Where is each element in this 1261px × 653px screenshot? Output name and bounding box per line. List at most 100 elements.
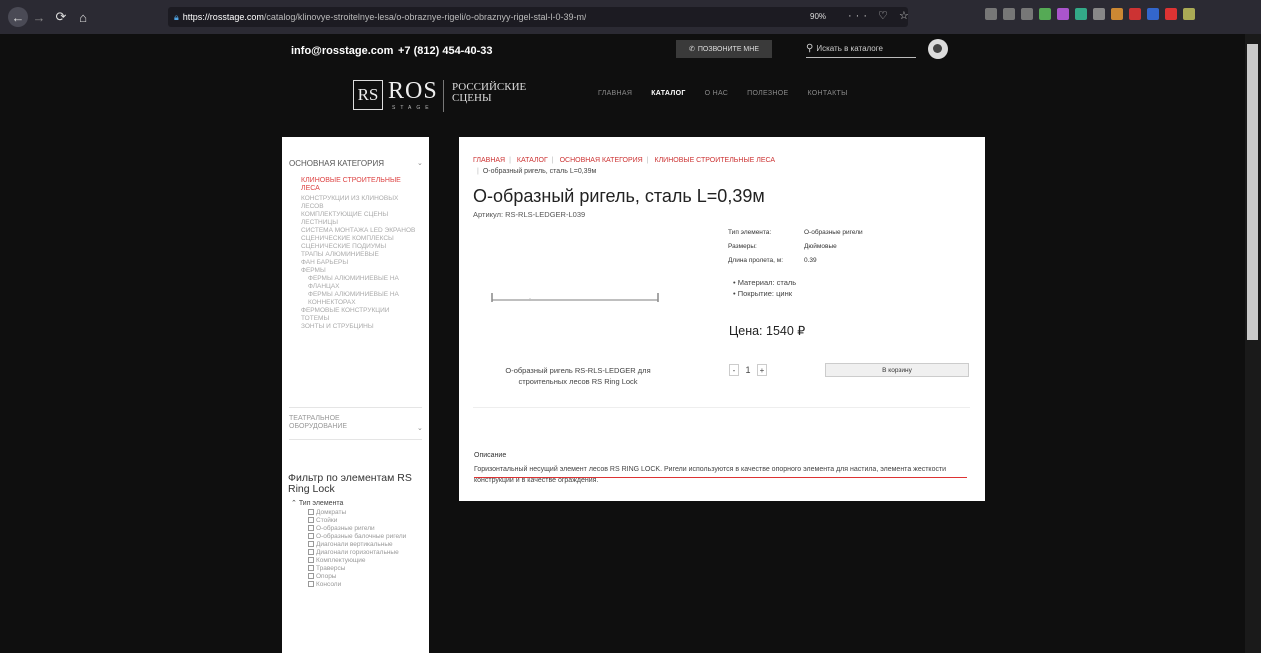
breadcrumb-link[interactable]: КАТАЛОГ xyxy=(517,157,548,164)
bullet-item: • Покрытие: цинк xyxy=(733,289,792,298)
page-title: О-образный ригель, сталь L=0,39м xyxy=(473,186,765,206)
filter-checkbox[interactable]: Домкраты xyxy=(308,509,418,517)
sidebar-item[interactable]: СИСТЕМА МОНТАЖА LED ЭКРАНОВ xyxy=(301,227,421,235)
sidebar-item[interactable]: КОНСТРУКЦИИ ИЗ КЛИНОВЫХ ЛЕСОВ xyxy=(301,195,421,211)
divider xyxy=(289,407,422,408)
download-icon[interactable] xyxy=(985,8,997,20)
browser-toolbar: ← → ⟳ ⌂ 🔒︎ https://rosstage.com/catalog/… xyxy=(0,0,1261,34)
sidebar-section-theatre[interactable]: ТЕАТРАЛЬНОЕ ОБОРУДОВАНИЕ xyxy=(289,415,369,431)
sidebar-subitem[interactable]: ФЕРМЫ АЛЮМИНИЕВЫЕ НА КОННЕКТОРАХ xyxy=(301,291,421,307)
add-to-cart-button[interactable]: В корзину xyxy=(825,363,969,377)
contact-phone[interactable]: +7 (812) 454-40-33 xyxy=(398,45,492,57)
sidebar-item[interactable]: ФАН БАРЬЕРЫ xyxy=(301,259,421,267)
zoom-level[interactable]: 90% xyxy=(810,12,826,21)
extension-icon[interactable] xyxy=(1165,8,1177,20)
decrement-button[interactable]: - xyxy=(729,364,739,376)
nav-contacts[interactable]: КОНТАКТЫ xyxy=(807,90,847,97)
address-bar[interactable]: 🔒︎ https://rosstage.com/catalog/klinovye… xyxy=(168,7,908,27)
filter-title: Фильтр по элементам RS Ring Lock xyxy=(288,472,412,495)
product-image[interactable] xyxy=(490,287,660,307)
extension-icon[interactable] xyxy=(1039,8,1051,20)
nav-useful[interactable]: ПОЛЕЗНОЕ xyxy=(747,90,788,97)
callback-button[interactable]: ✆ ПОЗВОНИТЕ МНЕ xyxy=(676,40,772,58)
logo-mark[interactable]: RS xyxy=(353,80,383,110)
spec-bullets: • Материал: сталь • Покрытие: цинк xyxy=(733,277,796,299)
sidebar-item[interactable]: СЦЕНИЧЕСКИЕ КОМПЛЕКСЫ xyxy=(301,235,421,243)
chevron-down-icon[interactable]: ⌄ xyxy=(417,424,423,432)
filter-checkbox[interactable]: О-образные балочные ригели xyxy=(308,533,418,541)
home-icon[interactable]: ⌂ xyxy=(72,6,94,28)
extension-icon[interactable] xyxy=(1075,8,1087,20)
divider xyxy=(289,439,422,440)
forward-arrow-icon[interactable]: → xyxy=(28,6,50,28)
extension-icon[interactable] xyxy=(1147,8,1159,20)
product-panel: ГЛАВНАЯ | КАТАЛОГ | ОСНОВНАЯ КАТЕГОРИЯ | КЛ… xyxy=(459,137,985,501)
scrollbar[interactable] xyxy=(1245,34,1261,653)
sidebar-item[interactable]: ТОТЕМЫ xyxy=(301,315,421,323)
nav-catalog[interactable]: КАТАЛОГ xyxy=(651,90,685,97)
sidebar-item[interactable]: ЛЕСТНИЦЫ xyxy=(301,219,421,227)
extension-icon[interactable] xyxy=(1093,8,1105,20)
logo-divider xyxy=(443,80,444,112)
filter-checkbox[interactable]: Консоли xyxy=(308,581,418,589)
back-arrow-icon[interactable]: ← xyxy=(8,7,28,27)
filter-checkbox[interactable]: Комплектующие xyxy=(308,557,418,565)
sidebar-item[interactable]: СЦЕНИЧЕСКИЕ ПОДИУМЫ xyxy=(301,243,421,251)
url-text: https://rosstage.com/catalog/klinovye-st… xyxy=(182,12,587,22)
sidebar-item[interactable]: ФЕРМОВЫЕ КОНСТРУКЦИИ xyxy=(301,307,421,315)
extension-icon[interactable] xyxy=(1129,8,1141,20)
extension-icon[interactable] xyxy=(1057,8,1069,20)
reload-icon[interactable]: ⟳ xyxy=(50,6,72,28)
library-icon[interactable] xyxy=(1003,8,1015,20)
collapse-icon: ⌃ xyxy=(291,500,299,507)
sidebar-item[interactable]: КОМПЛЕКТУЮЩИЕ СЦЕНЫ xyxy=(301,211,421,219)
filter-list: Домкраты Стойки О-образные ригели О-обра… xyxy=(308,509,418,589)
breadcrumb-link[interactable]: ГЛАВНАЯ xyxy=(473,157,505,164)
callback-label: ПОЗВОНИТЕ МНЕ xyxy=(697,45,759,53)
description-text: Горизонтальный несущий элемент лесов RS … xyxy=(474,466,947,484)
article-number: Артикул: RS-RLS-LEDGER-L039 xyxy=(473,210,586,219)
filter-checkbox[interactable]: О-образные ригели xyxy=(308,525,418,533)
page-actions[interactable]: ··· ♡ ☆ xyxy=(848,9,913,22)
site-topbar: info@rosstage.com +7 (812) 454-40-33 ✆ П… xyxy=(0,34,1245,64)
extension-icon[interactable] xyxy=(1111,8,1123,20)
quantity-value[interactable]: 1 xyxy=(741,365,755,375)
filter-checkbox[interactable]: Диагонали горизонтальные xyxy=(308,549,418,557)
sidebar-item[interactable]: ТРАПЫ АЛЮМИНИЕВЫЕ xyxy=(301,251,421,259)
sidebar-item[interactable]: ЗОНТЫ И СТРУБЦИНЫ xyxy=(301,323,421,331)
filter-checkbox[interactable]: Стойки xyxy=(308,517,418,525)
nav-about[interactable]: О НАС xyxy=(705,90,729,97)
search-input[interactable]: ⚲ Искать в каталоге xyxy=(806,40,916,58)
chevron-down-icon[interactable]: ⌄ xyxy=(417,159,423,167)
scrollbar-thumb[interactable] xyxy=(1247,44,1258,340)
lock-icon: 🔒︎ xyxy=(174,11,179,22)
sidebar-item-active[interactable]: КЛИНОВЫЕ СТРОИТЕЛЬНЫЕ ЛЕСА xyxy=(301,177,411,193)
description-label: Описание xyxy=(474,452,507,459)
phone-icon: ✆ xyxy=(689,46,695,53)
contact-email[interactable]: info@rosstage.com xyxy=(291,45,393,57)
sidebar-subitem[interactable]: ФЕРМЫ АЛЮМИНИЕВЫЕ НА ФЛАНЦАХ xyxy=(301,275,421,291)
extension-icon[interactable] xyxy=(1183,8,1195,20)
spec-row: Размеры: Дюймовые xyxy=(728,243,837,250)
filter-checkbox[interactable]: Диагонали вертикальные xyxy=(308,541,418,549)
sidebar-icon[interactable] xyxy=(1021,8,1033,20)
settings-icon[interactable] xyxy=(928,39,948,59)
quantity-stepper: - 1 + xyxy=(729,364,767,376)
sidebar-item[interactable]: ФЕРМЫ xyxy=(301,267,421,275)
logo-text[interactable]: ROS xyxy=(388,78,438,105)
sidebar-section-title[interactable]: ОСНОВНАЯ КАТЕГОРИЯ xyxy=(289,159,384,168)
filter-checkbox[interactable]: Траверсы xyxy=(308,565,418,573)
spec-table: Тип элемента: О-образные ригели Размеры: Д… xyxy=(728,229,863,271)
spec-row: Тип элемента: О-образные ригели xyxy=(728,229,863,236)
filter-checkbox[interactable]: Опоры xyxy=(308,573,418,581)
breadcrumb-link[interactable]: ОСНОВНАЯ КАТЕГОРИЯ xyxy=(560,157,643,164)
breadcrumb-link[interactable]: КЛИНОВЫЕ СТРОИТЕЛЬНЫЕ ЛЕСА xyxy=(655,157,776,164)
logo-subtext: STAGE xyxy=(392,105,434,111)
filter-group-title[interactable]: ⌃ Тип элемента xyxy=(291,499,343,507)
increment-button[interactable]: + xyxy=(757,364,767,376)
nav-home[interactable]: ГЛАВНАЯ xyxy=(598,90,632,97)
breadcrumb-current: О-образный ригель, сталь L=0,39м xyxy=(482,168,597,175)
bullet-item: • Материал: сталь xyxy=(733,278,797,287)
price: Цена: 1540 ₽ xyxy=(729,324,806,338)
main-nav: ГЛАВНАЯ КАТАЛОГ О НАС ПОЛЕЗНОЕ КОНТАКТЫ xyxy=(598,90,848,97)
